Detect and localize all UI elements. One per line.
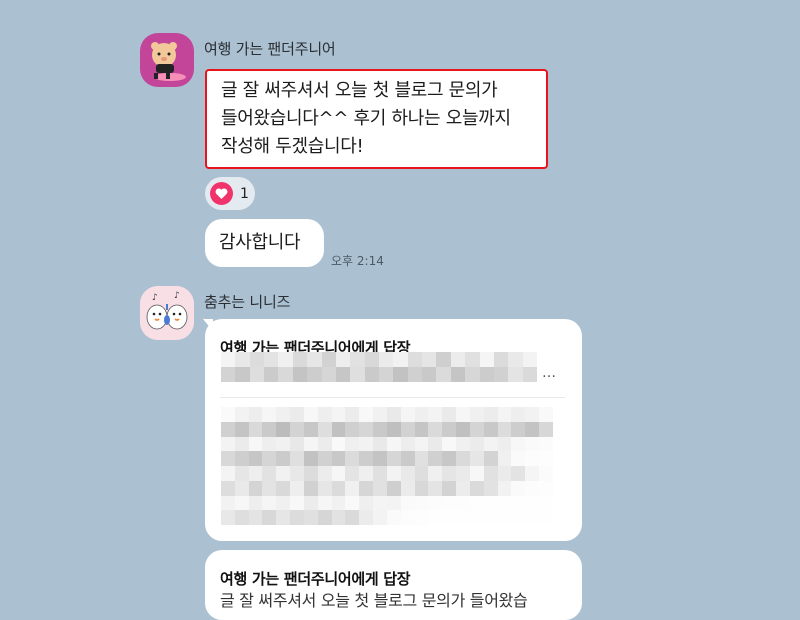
sender-name: 여행 가는 팬더주니어 xyxy=(204,40,336,58)
reaction-count: 1 xyxy=(240,185,249,202)
message-bubble-highlighted[interactable]: 글 잘 써주셔서 오늘 첫 블로그 문의가 들어왔습니다^^ 후기 하나는 오늘… xyxy=(205,69,548,169)
reply-quote-partial: 글 잘 써주셔서 오늘 첫 블로그 문의가 들어왔습 xyxy=(220,591,528,610)
sender-name: 춤추는 니니즈 xyxy=(204,293,291,311)
blurred-quote xyxy=(221,352,537,382)
blurred-reply-body xyxy=(221,407,553,525)
reply-card[interactable]: 여행 가는 팬더주니어에게 답장 … xyxy=(205,319,582,541)
reply-divider xyxy=(220,397,565,398)
panda-avatar-icon xyxy=(140,33,194,87)
message-line: 글 잘 써주셔서 오늘 첫 블로그 문의가 xyxy=(221,80,498,101)
svg-text:♪: ♪ xyxy=(152,293,158,303)
message-line: 들어왔습니다^^ 후기 하나는 오늘까지 xyxy=(221,108,511,129)
message-bubble[interactable]: 감사합니다 xyxy=(205,219,324,267)
heart-icon xyxy=(210,182,233,205)
panda-avatar[interactable] xyxy=(140,33,194,87)
niniz-avatar[interactable]: ♪ ♪ xyxy=(140,286,194,340)
heart-icon-wrap xyxy=(210,182,233,205)
reply-card[interactable]: 여행 가는 팬더주니어에게 답장 글 잘 써주셔서 오늘 첫 블로그 문의가 들… xyxy=(205,550,582,620)
svg-text:♪: ♪ xyxy=(174,291,180,301)
reply-title: 여행 가는 팬더주니어에게 답장 xyxy=(220,570,411,588)
reaction-badge[interactable]: 1 xyxy=(205,177,255,210)
dancing-niniz-avatar-icon: ♪ ♪ xyxy=(140,286,194,340)
quote-ellipsis: … xyxy=(542,365,556,381)
message-line: 작성해 두겠습니다! xyxy=(221,136,364,157)
message-timestamp: 오후 2:14 xyxy=(331,254,384,268)
